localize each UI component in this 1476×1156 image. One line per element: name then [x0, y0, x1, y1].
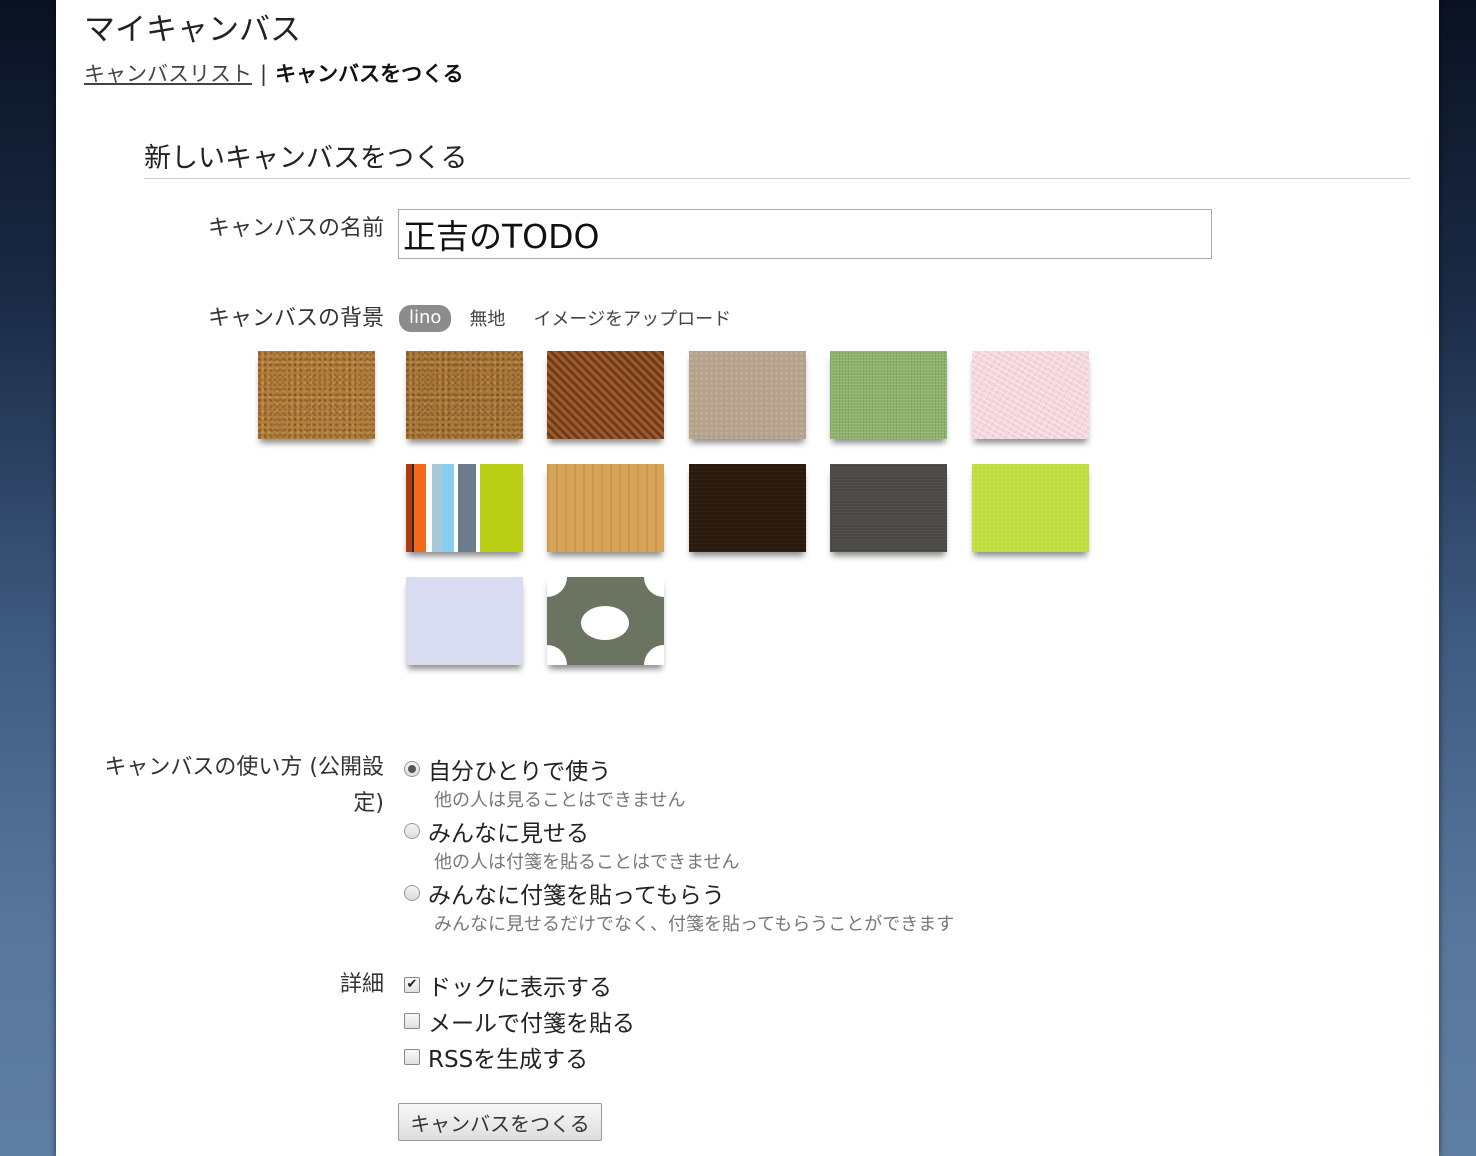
mail-checkbox[interactable]: [404, 1013, 420, 1029]
details-option-rss-label: RSSを生成する: [428, 1047, 589, 1073]
usage-option-collaborate-desc: みんなに見せるだけでなく、付箋を貼ってもらうことができます: [434, 914, 955, 935]
bg-swatch-cork-dark[interactable]: [406, 351, 523, 439]
canvas-name-input[interactable]: [398, 209, 1212, 259]
usage-option-private-desc: 他の人は見ることはできません: [434, 790, 686, 811]
bg-tab-plain[interactable]: 無地: [469, 303, 515, 333]
breadcrumb: キャンバスリスト | キャンバスをつくる: [84, 58, 464, 88]
canvas-name-label: キャンバスの名前: [207, 216, 384, 241]
details-option-mail-label: メールで付箋を貼る: [428, 1011, 635, 1037]
usage-radio-show[interactable]: [404, 823, 420, 839]
create-canvas-button[interactable]: キャンバスをつくる: [398, 1103, 602, 1141]
section-divider: [144, 178, 1410, 179]
bg-swatch-pink-pattern[interactable]: [972, 351, 1089, 439]
bg-swatch-brown-stripes[interactable]: [547, 351, 664, 439]
canvas-background-label: キャンバスの背景: [207, 306, 384, 331]
bg-swatch-lavender[interactable]: [406, 577, 523, 665]
bg-swatch-lime[interactable]: [972, 464, 1089, 552]
usage-option-show[interactable]: みんなに見せる: [404, 814, 589, 848]
details-option-dock[interactable]: ✔ ドックに表示する: [404, 968, 612, 1002]
section-title: 新しいキャンバスをつくる: [144, 143, 468, 174]
bg-tab-upload-image[interactable]: イメージをアップロード: [533, 303, 741, 333]
polka-dots-pattern: [547, 577, 664, 665]
usage-option-show-label: みんなに見せる: [428, 821, 589, 847]
details-option-mail[interactable]: メールで付箋を貼る: [404, 1004, 635, 1038]
bg-swatch-light-wood[interactable]: [547, 464, 664, 552]
details-option-rss[interactable]: RSSを生成する: [404, 1040, 588, 1074]
usage-option-private[interactable]: 自分ひとりで使う: [404, 752, 611, 786]
usage-radio-collaborate[interactable]: [404, 885, 420, 901]
usage-radio-private[interactable]: [404, 761, 420, 777]
bg-swatch-polka-dots[interactable]: [547, 577, 664, 665]
details-label: 詳細: [339, 972, 384, 997]
bg-swatch-cork[interactable]: [258, 351, 375, 439]
usage-option-collaborate[interactable]: みんなに付箋を貼ってもらう: [404, 876, 725, 910]
dock-checkbox[interactable]: ✔: [404, 977, 420, 993]
usage-option-collaborate-label: みんなに付箋を貼ってもらう: [428, 883, 725, 909]
usage-option-show-desc: 他の人は付箋を貼ることはできません: [434, 852, 740, 873]
background-tabs: lino 無地 イメージをアップロード: [399, 303, 741, 333]
breadcrumb-current: キャンバスをつくる: [275, 62, 464, 86]
breadcrumb-separator: |: [260, 62, 268, 86]
bg-swatch-multi-stripes[interactable]: [406, 464, 523, 552]
page-container: マイキャンバス キャンバスリスト | キャンバスをつくる 新しいキャンバスをつくる …: [56, 0, 1439, 1156]
rss-checkbox[interactable]: [404, 1049, 420, 1065]
bg-tab-lino[interactable]: lino: [399, 304, 452, 332]
bg-swatch-dark-brown[interactable]: [689, 464, 806, 552]
breadcrumb-canvas-list-link[interactable]: キャンバスリスト: [84, 62, 252, 86]
canvas-usage-label: キャンバスの使い方 (公開設定): [104, 755, 384, 816]
bg-swatch-green-cloth[interactable]: [830, 351, 947, 439]
usage-option-private-label: 自分ひとりで使う: [428, 759, 612, 785]
details-option-dock-label: ドックに表示する: [428, 975, 612, 1001]
page-title: マイキャンバス: [84, 12, 301, 48]
bg-swatch-charcoal[interactable]: [830, 464, 947, 552]
bg-swatch-kraft[interactable]: [689, 351, 806, 439]
